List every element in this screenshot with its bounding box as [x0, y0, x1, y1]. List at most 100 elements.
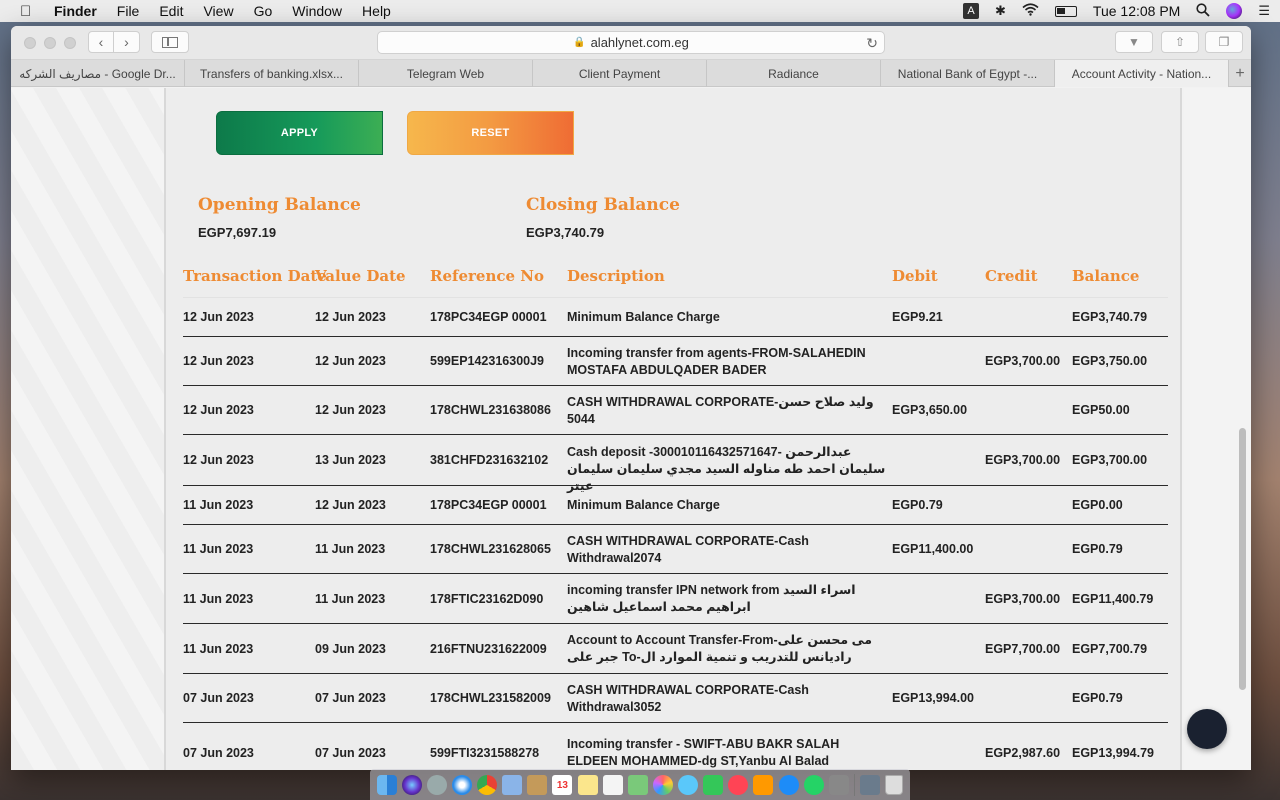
tab-bar: مصاريف الشركه - Google Dr... Transfers o…: [11, 60, 1251, 87]
tab-account-activity[interactable]: Account Activity - Nation...: [1055, 60, 1229, 87]
minimize-window-button[interactable]: [44, 37, 56, 49]
menu-window[interactable]: Window: [292, 3, 342, 19]
chevron-left-icon: ‹: [98, 34, 104, 50]
downloads-stack-icon[interactable]: [860, 774, 881, 795]
header-value-date[interactable]: Value Date: [315, 267, 406, 285]
header-reference-no[interactable]: Reference No: [430, 267, 544, 285]
forward-button[interactable]: ›: [114, 31, 140, 53]
table-row[interactable]: 11 Jun 2023 11 Jun 2023 178FTIC23162D090 in…: [183, 574, 1168, 624]
table-row[interactable]: 12 Jun 2023 12 Jun 2023 599EP142316300J9 In…: [183, 337, 1168, 386]
menu-view[interactable]: View: [203, 3, 233, 19]
header-description[interactable]: Description: [567, 267, 665, 285]
header-balance[interactable]: Balance: [1072, 267, 1139, 285]
cell-transaction-date: 11 Jun 2023: [183, 641, 254, 656]
spotlight-search-icon[interactable]: [1196, 2, 1210, 20]
books-icon[interactable]: [753, 774, 774, 795]
input-source-icon[interactable]: A: [963, 3, 980, 19]
zoom-window-button[interactable]: [64, 37, 76, 49]
table-row[interactable]: 12 Jun 2023 13 Jun 2023 381CHFD231632102 Ca…: [183, 435, 1168, 493]
table-row[interactable]: 07 Jun 2023 07 Jun 2023 599FTI3231588278 In…: [183, 723, 1168, 770]
header-debit[interactable]: Debit: [892, 267, 938, 285]
tab-national-bank[interactable]: National Bank of Egypt -...: [881, 60, 1055, 87]
apply-button[interactable]: APPLY: [216, 111, 383, 155]
cell-transaction-date: 11 Jun 2023: [183, 542, 254, 556]
reset-button[interactable]: RESET: [407, 111, 574, 155]
table-row[interactable]: 12 Jun 2023 12 Jun 2023 178PC34EGP 00001 Mi…: [183, 298, 1168, 337]
chevron-right-icon: ›: [124, 34, 129, 50]
launchpad-icon[interactable]: [426, 774, 447, 795]
cell-transaction-date: 07 Jun 2023: [183, 691, 254, 705]
window-controls: [24, 37, 76, 49]
app-store-icon[interactable]: [778, 774, 799, 795]
bluetooth-icon[interactable]: ✱: [995, 3, 1006, 19]
tab-overview-button[interactable]: ❐: [1205, 31, 1243, 53]
tab-transfers-xlsx[interactable]: Transfers of banking.xlsx...: [185, 60, 359, 87]
siri-dock-icon[interactable]: [401, 774, 422, 795]
messages-icon[interactable]: [678, 774, 699, 795]
calendar-icon[interactable]: 13: [552, 774, 573, 795]
menu-edit[interactable]: Edit: [159, 3, 183, 19]
cell-value-date: 07 Jun 2023: [315, 745, 386, 760]
cell-balance: EGP50.00: [1072, 403, 1130, 417]
clock[interactable]: Tue 12:08 PM: [1093, 3, 1180, 19]
system-preferences-icon[interactable]: [828, 774, 849, 795]
cell-debit: EGP13,994.00: [892, 691, 975, 705]
table-row[interactable]: 07 Jun 2023 07 Jun 2023 178CHWL231582009 CA…: [183, 674, 1168, 723]
tab-telegram[interactable]: Telegram Web: [359, 60, 533, 87]
tab-google-drive[interactable]: مصاريف الشركه - Google Dr...: [11, 60, 185, 87]
chrome-icon[interactable]: [477, 774, 498, 795]
close-window-button[interactable]: [24, 37, 36, 49]
notification-center-icon[interactable]: ☰: [1258, 3, 1270, 19]
cell-description: Incoming transfer - SWIFT-ABU BAKR SALAH…: [567, 737, 840, 768]
page-scrollbar[interactable]: [1239, 428, 1246, 690]
header-transaction-date[interactable]: Transaction Date: [183, 267, 327, 285]
trash-icon[interactable]: [885, 774, 904, 795]
menu-help[interactable]: Help: [362, 3, 391, 19]
facetime-icon[interactable]: [703, 774, 724, 795]
notes-icon[interactable]: [527, 774, 548, 795]
left-decorative-panel: [11, 88, 164, 770]
reload-icon[interactable]: ↻: [866, 35, 878, 52]
cell-reference-no: 216FTNU231622009: [430, 641, 547, 656]
photos-icon[interactable]: [652, 774, 673, 795]
downloads-button[interactable]: ▼: [1115, 31, 1153, 53]
menu-file[interactable]: File: [117, 3, 140, 19]
app-name-menu[interactable]: Finder: [54, 3, 97, 19]
tab-client-payment[interactable]: Client Payment: [533, 60, 707, 87]
table-row[interactable]: 11 Jun 2023 12 Jun 2023 178PC34EGP 00001 Mi…: [183, 486, 1168, 525]
address-bar[interactable]: 🔒 alahlynet.com.eg ↻: [377, 31, 885, 54]
menu-go[interactable]: Go: [254, 3, 273, 19]
closing-balance-label: Closing Balance: [526, 195, 680, 215]
battery-icon[interactable]: [1054, 5, 1077, 17]
plus-icon: +: [1235, 64, 1245, 82]
cell-reference-no: 178CHWL231638086: [430, 403, 551, 417]
tab-radiance[interactable]: Radiance: [707, 60, 881, 87]
reminders-icon[interactable]: [602, 774, 623, 795]
table-row[interactable]: 11 Jun 2023 11 Jun 2023 178CHWL231628065 CA…: [183, 525, 1168, 574]
table-row[interactable]: 12 Jun 2023 12 Jun 2023 178CHWL231638086 CA…: [183, 386, 1168, 435]
header-credit[interactable]: Credit: [985, 267, 1038, 285]
cell-reference-no: 178PC34EGP 00001: [430, 498, 547, 512]
cell-transaction-date: 12 Jun 2023: [183, 354, 254, 368]
wifi-icon[interactable]: [1022, 3, 1039, 19]
back-button[interactable]: ‹: [88, 31, 114, 53]
chat-help-button[interactable]: [1187, 709, 1227, 749]
share-button[interactable]: ⇧: [1161, 31, 1199, 53]
apple-menu-icon[interactable]: : [20, 3, 40, 20]
finder-icon[interactable]: [376, 774, 397, 795]
cell-balance: EGP3,700.00: [1072, 453, 1148, 467]
preview-icon[interactable]: [502, 774, 523, 795]
cell-credit: EGP3,700.00: [985, 591, 1061, 606]
itunes-icon[interactable]: [728, 774, 749, 795]
sidebar-toggle-button[interactable]: [151, 31, 189, 53]
stickies-icon[interactable]: [577, 774, 598, 795]
whatsapp-icon[interactable]: [803, 774, 824, 795]
cell-reference-no: 599EP142316300J9: [430, 354, 545, 368]
maps-icon[interactable]: [627, 774, 648, 795]
siri-icon[interactable]: [1226, 3, 1243, 19]
table-row[interactable]: 11 Jun 2023 09 Jun 2023 216FTNU231622009 Ac…: [183, 624, 1168, 674]
safari-icon[interactable]: [451, 774, 472, 795]
cell-description: Account to Account Transfer-From-مى محسن…: [567, 633, 873, 664]
cell-description: incoming transfer IPN network from اسراء…: [567, 583, 856, 614]
new-tab-button[interactable]: +: [1229, 60, 1251, 87]
